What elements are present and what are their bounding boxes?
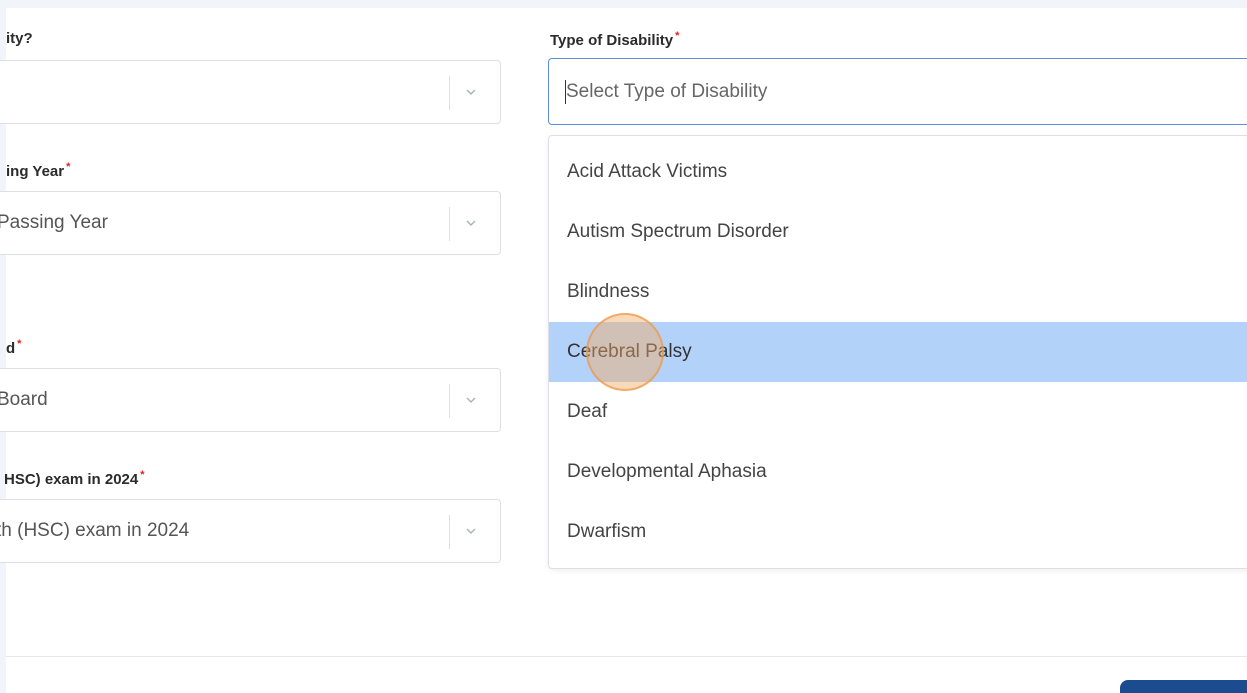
field-3-label: d *: [6, 338, 22, 357]
chevron-down-icon[interactable]: [464, 216, 478, 230]
field-2-divider: [449, 207, 450, 241]
field-2-label: ing Year *: [6, 161, 71, 180]
primary-action-button[interactable]: [1120, 680, 1247, 693]
chevron-down-icon[interactable]: [464, 85, 478, 99]
required-asterisk: *: [140, 469, 145, 481]
option-developmental-aphasia[interactable]: Developmental Aphasia: [549, 442, 1247, 502]
chevron-down-icon[interactable]: [464, 393, 478, 407]
field-1-divider: [449, 76, 450, 110]
field-4-divider: [449, 515, 450, 549]
disability-search-input[interactable]: Select Type of Disability: [548, 58, 1247, 125]
required-asterisk: *: [675, 30, 680, 42]
option-acid-attack-victims[interactable]: Acid Attack Victims: [549, 142, 1247, 202]
passing-year-select[interactable]: Passing Year: [0, 191, 501, 255]
option-dwarfism[interactable]: Dwarfism: [549, 502, 1247, 562]
option-autism-spectrum-disorder[interactable]: Autism Spectrum Disorder: [549, 202, 1247, 262]
passing-year-value: Passing Year: [0, 212, 108, 233]
field-1-label: ity?: [6, 30, 33, 47]
hsc-exam-value: th (HSC) exam in 2024: [0, 520, 190, 541]
field-3-divider: [449, 384, 450, 418]
disability-dropdown-menu[interactable]: Acid Attack Victims Autism Spectrum Diso…: [548, 135, 1247, 569]
disability-placeholder: Select Type of Disability: [566, 81, 768, 102]
required-asterisk: *: [17, 338, 22, 350]
hsc-exam-select[interactable]: th (HSC) exam in 2024: [0, 499, 501, 563]
option-cerebral-palsy[interactable]: Cerebral Palsy: [549, 322, 1247, 382]
option-deaf[interactable]: Deaf: [549, 382, 1247, 442]
field-4-label: HSC) exam in 2024 *: [4, 469, 145, 488]
option-blindness[interactable]: Blindness: [549, 262, 1247, 322]
field-1-select[interactable]: [0, 60, 501, 124]
chevron-down-icon[interactable]: [464, 524, 478, 538]
top-background-strip: [0, 0, 1247, 8]
required-asterisk: *: [66, 161, 71, 173]
board-select[interactable]: Board: [0, 368, 501, 432]
board-value: Board: [0, 389, 48, 410]
footer-divider: [6, 656, 1247, 657]
disability-label: Type of Disability *: [550, 30, 680, 49]
